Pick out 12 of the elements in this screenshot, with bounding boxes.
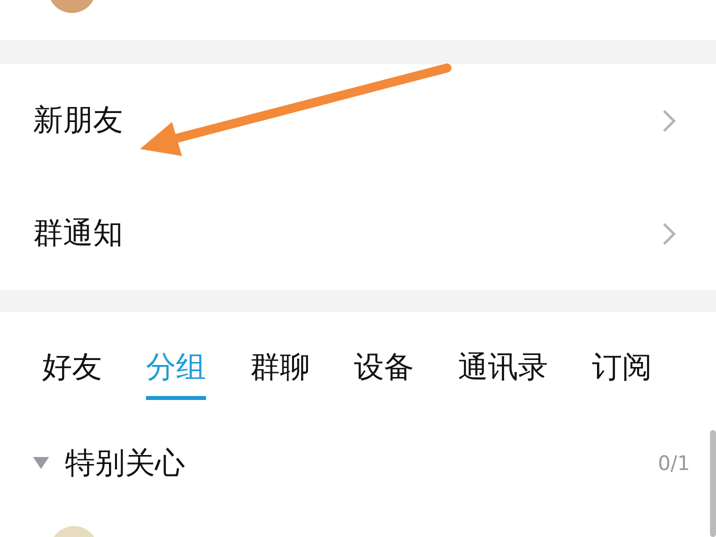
entry-label[interactable]: 群通知 bbox=[33, 213, 123, 254]
tab[interactable]: 通讯录 bbox=[458, 340, 548, 400]
entry-label[interactable]: 新朋友 bbox=[33, 100, 123, 141]
tab[interactable]: 群聊 bbox=[250, 340, 310, 400]
chevron-icon[interactable] bbox=[662, 222, 676, 246]
group-count: 0/1 bbox=[658, 451, 690, 475]
expanded-triangle-icon[interactable] bbox=[33, 457, 49, 469]
chevron-icon[interactable] bbox=[662, 108, 676, 132]
tab[interactable]: 订阅 bbox=[592, 340, 652, 400]
group-name[interactable]: 特别关心 bbox=[65, 442, 658, 484]
tab[interactable]: 设备 bbox=[354, 340, 414, 400]
tab[interactable]: 好友 bbox=[42, 340, 102, 400]
